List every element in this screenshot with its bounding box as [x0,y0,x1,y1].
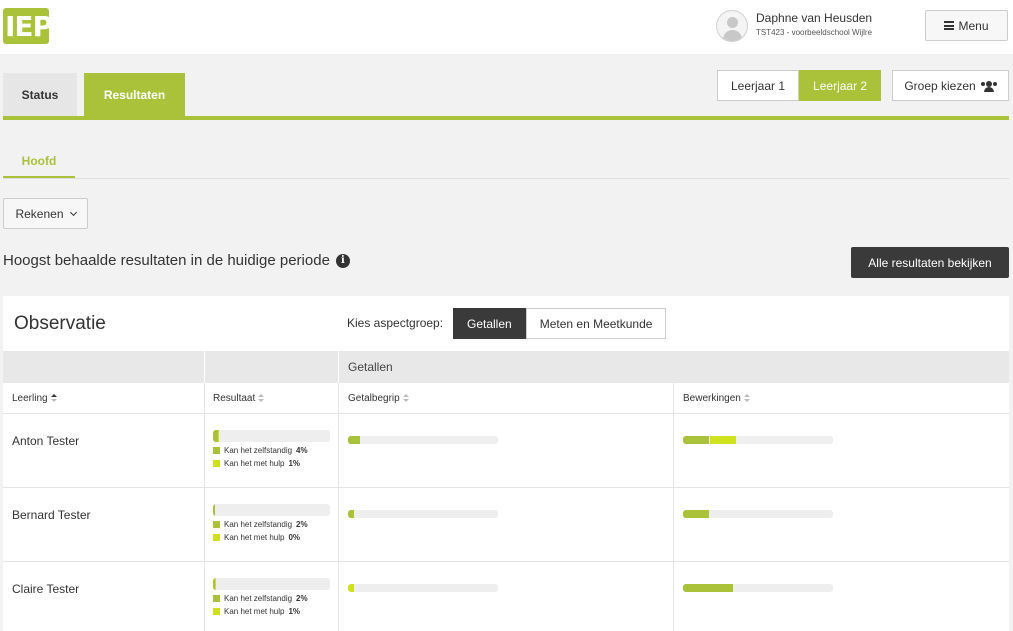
bewerkingen-bar [683,584,833,592]
student-name: Claire Tester [12,582,80,596]
legend-label: Kan het met hulp [224,459,285,468]
getalbegrip-bar [348,436,498,444]
result-bar [213,430,330,442]
legend-label: Kan het zelfstandig [224,520,293,529]
result-bar [213,578,330,590]
student-name: Anton Tester [12,434,80,448]
column-header-getalbegrip[interactable]: Getalbegrip [348,393,409,404]
zelfstandig-fill [683,436,709,444]
legend-label: Kan het met hulp [224,607,285,616]
table-row[interactable]: Claire Tester Kan het zelfstandig 2% Kan … [3,562,1009,631]
groep-kiezen-button[interactable]: Groep kiezen [892,70,1009,101]
bewerkingen-bar [683,510,833,518]
table-row[interactable]: Bernard Tester Kan het zelfstandig 2% Kan… [3,488,1009,562]
hulp-percent: 1% [288,607,301,616]
aspect-button-meten[interactable]: Meten en Meetkunde [525,308,667,339]
zelfstandig-fill [348,510,354,518]
info-icon[interactable]: i [335,253,350,268]
legend-swatch-hulp [213,460,220,467]
student-name: Bernard Tester [12,508,91,522]
table-header: Leerling Resultaat Getalbegrip Bewerking… [3,383,1009,414]
sort-icon [402,394,409,403]
zelfstandig-percent: 2% [296,594,308,603]
sort-icon [743,394,750,403]
menu-button[interactable]: Menu [925,10,1008,41]
tab-status[interactable]: Status [3,73,77,116]
groep-kiezen-label: Groep kiezen [904,78,976,93]
hulp-percent: 1% [288,459,301,468]
year-selector: Leerjaar 1 Leerjaar 2 [717,70,882,101]
column-header-leerling[interactable]: Leerling [12,393,57,404]
hulp-percent: 0% [288,533,301,542]
zelfstandig-percent: 2% [296,520,308,529]
legend-label: Kan het zelfstandig [224,594,293,603]
tab-resultaten[interactable]: Resultaten [84,73,185,116]
hulp-fill [710,436,736,444]
zelfstandig-fill [213,504,215,516]
column-header-resultaat[interactable]: Resultaat [213,393,265,404]
legend-swatch-hulp [213,534,220,541]
all-results-button[interactable]: Alle resultaten bekijken [851,247,1009,278]
hamburger-icon [944,21,955,30]
column-header-bewerkingen[interactable]: Bewerkingen [683,393,750,404]
users-icon [980,80,997,92]
legend-label: Kan het met hulp [224,533,285,542]
zelfstandig-fill [683,510,709,518]
hulp-fill [348,584,354,592]
hulp-fill [215,578,216,590]
subject-label: Rekenen [15,206,64,221]
user-school: TST423 - voorbeeldschool Wijlre [756,28,873,37]
legend-swatch-zelfstandig [213,447,220,454]
table-row[interactable]: Anton Tester Kan het zelfstandig 4% Kan h… [3,414,1009,488]
legend-hulp: Kan het met hulp 1% [213,607,300,616]
column-header-label: Resultaat [213,393,256,404]
legend-zelfstandig: Kan het zelfstandig 4% [213,446,308,455]
aspect-selector: Getallen Meten en Meetkunde [453,308,667,339]
legend-zelfstandig: Kan het zelfstandig 2% [213,594,308,603]
column-header-label: Getalbegrip [348,393,400,404]
legend-hulp: Kan het met hulp 0% [213,533,300,542]
logo-text: IEP [5,10,53,43]
tab-underline [3,116,1009,120]
zelfstandig-percent: 4% [296,446,308,455]
legend-label: Kan het zelfstandig [224,446,293,455]
section-title-text: Hoogst behaalde resultaten in de huidige… [3,252,330,269]
year-button-2[interactable]: Leerjaar 2 [799,70,882,101]
legend-swatch-hulp [213,608,220,615]
column-group-label: Getallen [348,360,393,374]
zelfstandig-fill [348,436,360,444]
legend-swatch-zelfstandig [213,521,220,528]
year-button-1[interactable]: Leerjaar 1 [717,70,800,101]
subject-dropdown[interactable]: Rekenen [3,198,88,229]
section-title: Hoogst behaalde resultaten in de huidige… [3,252,350,269]
aspect-label: Kies aspectgroep: [347,316,444,330]
column-header-label: Leerling [12,393,48,404]
panel-title: Observatie [14,313,106,334]
tab-hoofd[interactable]: Hoofd [3,145,75,179]
aspect-button-getallen[interactable]: Getallen [453,308,526,339]
menu-label: Menu [958,18,989,33]
top-bar: IEP Daphne van Heusden TST423 - voorbeel… [0,0,1013,54]
column-header-label: Bewerkingen [683,393,741,404]
observatie-panel: Observatie Kies aspectgroep: Getallen Me… [3,296,1009,631]
iep-logo[interactable]: IEP [3,8,53,44]
bewerkingen-bar [683,436,833,444]
result-bar [213,504,330,516]
legend-hulp: Kan het met hulp 1% [213,459,300,468]
legend-zelfstandig: Kan het zelfstandig 2% [213,520,308,529]
sort-icon [258,394,265,403]
user-name: Daphne van Heusden [756,11,873,25]
getalbegrip-bar [348,584,498,592]
chevron-down-icon [69,208,77,216]
getalbegrip-bar [348,510,498,518]
subtab-divider [3,178,1009,179]
user-avatar-icon [716,10,748,42]
column-group-row: Getallen [3,351,1009,383]
hulp-fill [218,430,219,442]
zelfstandig-fill [683,584,733,592]
legend-swatch-zelfstandig [213,595,220,602]
sort-icon [50,394,57,403]
